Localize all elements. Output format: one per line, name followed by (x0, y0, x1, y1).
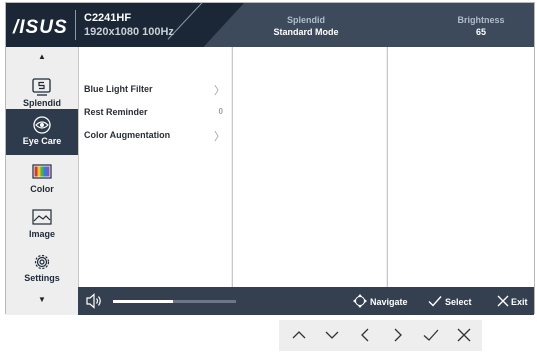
eye-icon (33, 116, 51, 134)
key-select-icon[interactable] (422, 326, 440, 344)
detail-panel (387, 47, 534, 287)
footer-bar: Navigate Select Exit (78, 287, 534, 315)
osd-menu: /ISUS C2241HF 1920x1080 100Hz Splendid S… (5, 2, 535, 315)
menu-item-label: Rest Reminder (84, 107, 148, 117)
close-icon (497, 295, 509, 307)
menu-item-blue-light-filter[interactable]: Blue Light Filter 〉 (84, 81, 229, 99)
image-icon (32, 209, 52, 225)
sidebar-item-color[interactable]: Color (6, 157, 78, 201)
brightness-status: Brightness 65 (431, 14, 531, 38)
brightness-status-key: Brightness (457, 15, 505, 25)
splendid-status-key: Splendid (287, 15, 325, 25)
select-hint: Select (425, 287, 475, 315)
splendid-status: Splendid Standard Mode (251, 14, 361, 38)
splendid-status-value: Standard Mode (273, 27, 339, 37)
control-keys (279, 320, 482, 351)
volume-slider[interactable] (113, 300, 236, 303)
sidebar: ▲ Splendid Eye Care Color Image Settings… (6, 47, 78, 315)
key-down-icon[interactable] (323, 326, 341, 344)
speaker-icon (86, 293, 101, 309)
menu-item-label: Blue Light Filter (84, 84, 153, 94)
select-label: Select (445, 297, 472, 307)
brightness-status-value: 65 (475, 27, 486, 37)
sidebar-item-label: Settings (24, 273, 60, 283)
sidebar-item-label: Image (28, 229, 55, 239)
navigate-label: Navigate (370, 297, 408, 307)
sidebar-item-settings[interactable]: Settings (6, 246, 78, 290)
exit-label: Exit (511, 297, 528, 307)
menu-item-color-augmentation[interactable]: Color Augmentation 〉 (84, 127, 229, 145)
key-up-icon[interactable] (290, 326, 308, 344)
resolution-info: 1920x1080 100Hz (84, 26, 174, 38)
color-bars-icon (32, 164, 52, 179)
navigate-hint: Navigate (350, 287, 412, 315)
sidebar-item-label: Color (30, 184, 54, 194)
header-separator (75, 10, 76, 40)
exit-hint: Exit (494, 287, 534, 315)
header: /ISUS C2241HF 1920x1080 100Hz Splendid S… (6, 3, 534, 47)
checkmark-icon (428, 296, 442, 307)
options-panel (232, 47, 386, 287)
model-name: C2241HF (84, 12, 132, 24)
chevron-right-icon: 〉 (214, 85, 225, 97)
scroll-down-arrow-icon[interactable]: ▼ (6, 295, 78, 304)
sidebar-item-label: Splendid (23, 98, 61, 108)
sidebar-item-image[interactable]: Image (6, 202, 78, 246)
key-exit-icon[interactable] (455, 326, 473, 344)
scroll-up-arrow-icon[interactable]: ▲ (6, 52, 78, 61)
volume-slider-fill (113, 300, 174, 303)
submenu-panel: Blue Light Filter 〉 Rest Reminder 0 Colo… (78, 47, 231, 287)
gear-icon (34, 254, 50, 270)
menu-item-label: Color Augmentation (84, 130, 171, 140)
asus-logo: /ISUS (13, 17, 68, 38)
menu-item-rest-reminder[interactable]: Rest Reminder 0 (84, 104, 229, 122)
key-left-icon[interactable] (356, 326, 374, 344)
chevron-right-icon: 〉 (214, 131, 225, 143)
key-right-icon[interactable] (389, 326, 407, 344)
sidebar-item-label: Eye Care (22, 136, 62, 146)
splendid-icon (32, 78, 51, 96)
menu-item-value: 0 (218, 107, 223, 116)
sidebar-item-eye-care[interactable]: Eye Care (6, 109, 78, 155)
navigate-icon (353, 294, 367, 308)
